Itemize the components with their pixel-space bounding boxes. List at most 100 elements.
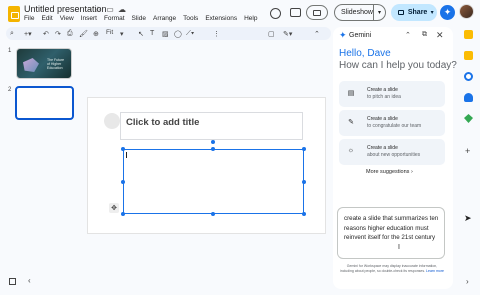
version-history-icon[interactable] bbox=[270, 8, 281, 19]
learn-more-link[interactable]: Learn more bbox=[426, 269, 444, 273]
chevron-up-icon[interactable]: ⌃ bbox=[314, 28, 320, 39]
pen-tool-icon[interactable]: ✎▾ bbox=[283, 28, 292, 39]
zoom-icon[interactable]: ⊕ bbox=[93, 28, 99, 39]
prompt-text: create a slide that summarizes ten reaso… bbox=[344, 215, 439, 241]
gemini-sparkle-icon[interactable]: ✦ bbox=[440, 5, 455, 20]
calendar-icon[interactable] bbox=[464, 30, 473, 39]
more-suggestions-label: More suggestions bbox=[366, 169, 410, 175]
disclaimer-text: Gemini for Workspace may display inaccur… bbox=[340, 264, 438, 273]
menu-arrange[interactable]: Arrange bbox=[153, 15, 176, 22]
print-icon[interactable]: ⎙ bbox=[67, 28, 73, 39]
gemini-panel-title: Gemini bbox=[349, 32, 372, 39]
zoom-select[interactable]: Fit bbox=[106, 29, 113, 36]
thumbnail-artwork bbox=[23, 58, 39, 72]
menu-insert[interactable]: Insert bbox=[81, 15, 97, 22]
avatar[interactable] bbox=[459, 4, 474, 19]
suggestion-subtitle: to pitch an idea bbox=[367, 94, 401, 100]
suggestion-card-opportunities[interactable]: ☼ Create a slide about new opportunities bbox=[339, 139, 445, 165]
suggestion-title: Create a slide bbox=[367, 87, 398, 93]
share-button[interactable]: Share ▾ bbox=[391, 4, 437, 21]
menu-tools[interactable]: Tools bbox=[183, 15, 198, 22]
resize-handle[interactable] bbox=[211, 212, 215, 216]
star-icon[interactable]: ☆ bbox=[93, 4, 103, 14]
cloud-saved-icon[interactable]: ☁ bbox=[117, 4, 127, 14]
text-box-icon[interactable]: T bbox=[150, 28, 154, 39]
chevron-down-icon[interactable]: ▾ bbox=[373, 5, 385, 20]
open-in-new-icon[interactable]: ⧉ bbox=[422, 31, 427, 39]
greeting-heading: Hello, Dave bbox=[339, 48, 391, 59]
menu-view[interactable]: View bbox=[60, 15, 74, 22]
chevron-right-icon: › bbox=[410, 169, 413, 175]
resize-handle[interactable] bbox=[121, 212, 125, 216]
collapse-left-icon[interactable]: ‹ bbox=[28, 276, 31, 285]
menu-format[interactable]: Format bbox=[104, 15, 125, 22]
contacts-icon[interactable] bbox=[464, 93, 473, 102]
suggestion-card-congratulate[interactable]: ✎ Create a slide to congratulate our tea… bbox=[339, 110, 445, 136]
line-icon[interactable]: ⟋▾ bbox=[186, 28, 194, 39]
resize-handle[interactable] bbox=[121, 147, 125, 151]
menu-edit[interactable]: Edit bbox=[41, 15, 52, 22]
menu-slide[interactable]: Slide bbox=[132, 15, 146, 22]
keep-icon[interactable] bbox=[464, 51, 473, 60]
slides-icon: ▤ bbox=[347, 90, 355, 97]
lightbulb-icon: ☼ bbox=[347, 147, 355, 154]
suggestion-title: Create a slide bbox=[367, 116, 398, 122]
resize-handle[interactable] bbox=[211, 147, 215, 151]
menu-file[interactable]: File bbox=[24, 15, 34, 22]
menu-bar: File Edit View Insert Format Slide Arran… bbox=[24, 15, 257, 22]
suggestion-card-pitch[interactable]: ▤ Create a slide to pitch an idea bbox=[339, 81, 445, 107]
thumbnail-title: The Future of Higher Education bbox=[47, 58, 65, 70]
slide-number: 2 bbox=[8, 87, 12, 93]
select-icon[interactable]: ↖ bbox=[138, 28, 144, 39]
redo-icon[interactable]: ↷ bbox=[55, 28, 61, 39]
shape-icon[interactable]: ◯ bbox=[174, 28, 182, 39]
rotate-handle[interactable] bbox=[211, 140, 215, 144]
search-menus-icon[interactable]: ⌕ bbox=[10, 28, 14, 39]
video-camera-icon bbox=[313, 9, 321, 16]
chevron-down-icon[interactable]: ▾ bbox=[427, 9, 437, 16]
title-placeholder-text: Click to add title bbox=[126, 117, 200, 128]
move-folder-icon[interactable]: ▭ bbox=[105, 4, 115, 14]
paint-format-icon[interactable]: 🖌 bbox=[79, 28, 88, 39]
decorative-arc bbox=[104, 113, 120, 129]
collapse-right-icon[interactable]: › bbox=[466, 277, 469, 286]
resize-handle[interactable] bbox=[302, 147, 306, 151]
gemini-disclaimer: Gemini for Workspace may display inaccur… bbox=[340, 264, 444, 274]
slideshow-button[interactable]: Slideshow ▾ bbox=[334, 4, 386, 21]
chevron-down-icon[interactable]: ▾ bbox=[120, 28, 124, 39]
resize-handle[interactable] bbox=[302, 180, 306, 184]
slides-logo-icon[interactable] bbox=[8, 6, 20, 22]
comments-icon[interactable] bbox=[290, 8, 301, 17]
meet-button[interactable] bbox=[306, 5, 328, 20]
speaker-notes-toggle-icon[interactable]: ✥ bbox=[109, 203, 119, 213]
image-icon[interactable]: ▨ bbox=[162, 28, 169, 39]
more-suggestions-link[interactable]: More suggestions › bbox=[366, 169, 413, 175]
tasks-icon[interactable] bbox=[464, 72, 473, 81]
new-slide-icon[interactable]: +▾ bbox=[24, 28, 32, 39]
pen-icon: ✎ bbox=[348, 119, 354, 126]
share-label: Share bbox=[407, 9, 428, 16]
slide-thumbnail-2[interactable] bbox=[15, 86, 74, 120]
close-icon[interactable]: ✕ bbox=[436, 30, 444, 41]
add-ons-plus-icon[interactable]: + bbox=[465, 146, 470, 156]
chevron-up-icon[interactable]: ⌃ bbox=[405, 31, 411, 39]
maps-icon[interactable] bbox=[464, 114, 473, 123]
background-icon[interactable]: ▢ bbox=[268, 28, 275, 39]
suggestion-subtitle: to congratulate our team bbox=[367, 123, 422, 129]
menu-extensions[interactable]: Extensions bbox=[205, 15, 237, 22]
text-cursor bbox=[126, 152, 127, 158]
suggestion-title: Create a slide bbox=[367, 145, 398, 151]
more-options-icon[interactable]: ⋮ bbox=[213, 28, 220, 39]
slide-number: 1 bbox=[8, 48, 12, 54]
undo-icon[interactable]: ↶ bbox=[43, 28, 49, 39]
greeting-subheading: How can I help you today? bbox=[339, 60, 457, 71]
text-cursor: I bbox=[398, 244, 400, 251]
resize-handle[interactable] bbox=[121, 180, 125, 184]
grid-view-icon[interactable] bbox=[9, 278, 16, 285]
slide-thumbnail-1[interactable]: The Future of Higher Education bbox=[16, 48, 72, 79]
resize-handle[interactable] bbox=[302, 212, 306, 216]
slideshow-label: Slideshow bbox=[341, 9, 373, 16]
menu-help[interactable]: Help bbox=[244, 15, 257, 22]
body-text-box[interactable] bbox=[123, 149, 304, 214]
mouse-pointer-icon: ➤ bbox=[464, 213, 472, 223]
